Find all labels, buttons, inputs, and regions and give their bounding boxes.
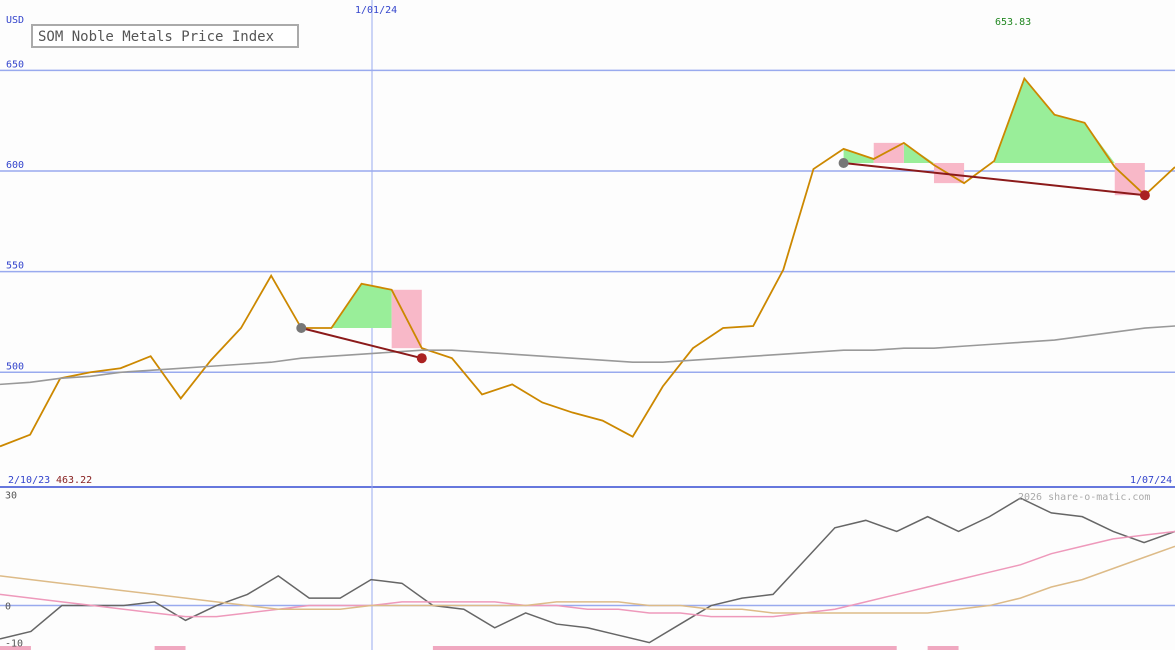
main-series-0: [0, 76, 1175, 448]
sub-tick-0: 0: [5, 602, 11, 613]
marker-date-label: 1/01/24: [355, 5, 397, 16]
y-tick-650: 650: [6, 59, 24, 70]
unit-label: USD: [6, 15, 24, 26]
y-tick-550: 550: [6, 261, 24, 272]
gain-zone-0: [331, 283, 392, 329]
price-series: [0, 76, 1175, 448]
chart-title: SOM Noble Metals Price Index: [38, 29, 274, 45]
axis-labels: 500 550 600 650 -10 0 30: [5, 59, 24, 649]
low-value-label: 463.22: [56, 475, 92, 486]
trend-line-1: [843, 162, 1145, 197]
signal-bar-2: [432, 646, 897, 650]
main-series-1: [0, 325, 1175, 386]
credit-label: 2026 share-o-matic.com: [1018, 492, 1150, 503]
trend-end-marker-0: [416, 353, 427, 364]
main-gridlines: [0, 0, 1175, 650]
indicator-series: [0, 497, 1175, 644]
start-date-label: 2/10/23: [8, 475, 50, 486]
trend-start-marker-0: [296, 323, 307, 334]
trend-lines: [296, 158, 1150, 364]
high-value-label: 653.83: [995, 17, 1031, 28]
end-date-label: 1/07/24: [1130, 475, 1172, 486]
gain-loss-zones: [331, 78, 1145, 349]
y-tick-500: 500: [6, 361, 24, 372]
indicator-series-2: [0, 545, 1175, 614]
chart-svg: 500 550 600 650 -10 0 30 SOM Noble Metals Pric…: [0, 0, 1175, 650]
y-tick-600: 600: [6, 160, 24, 171]
sub-tick-30: 30: [5, 490, 17, 501]
signal-bar-1: [154, 646, 186, 650]
signal-bar-3: [927, 646, 959, 650]
trend-start-marker-1: [838, 158, 849, 169]
sub-tick--10: -10: [5, 639, 23, 650]
trend-end-marker-1: [1139, 190, 1150, 201]
gain-zone-3: [994, 78, 1115, 164]
signal-bars: [0, 646, 959, 650]
